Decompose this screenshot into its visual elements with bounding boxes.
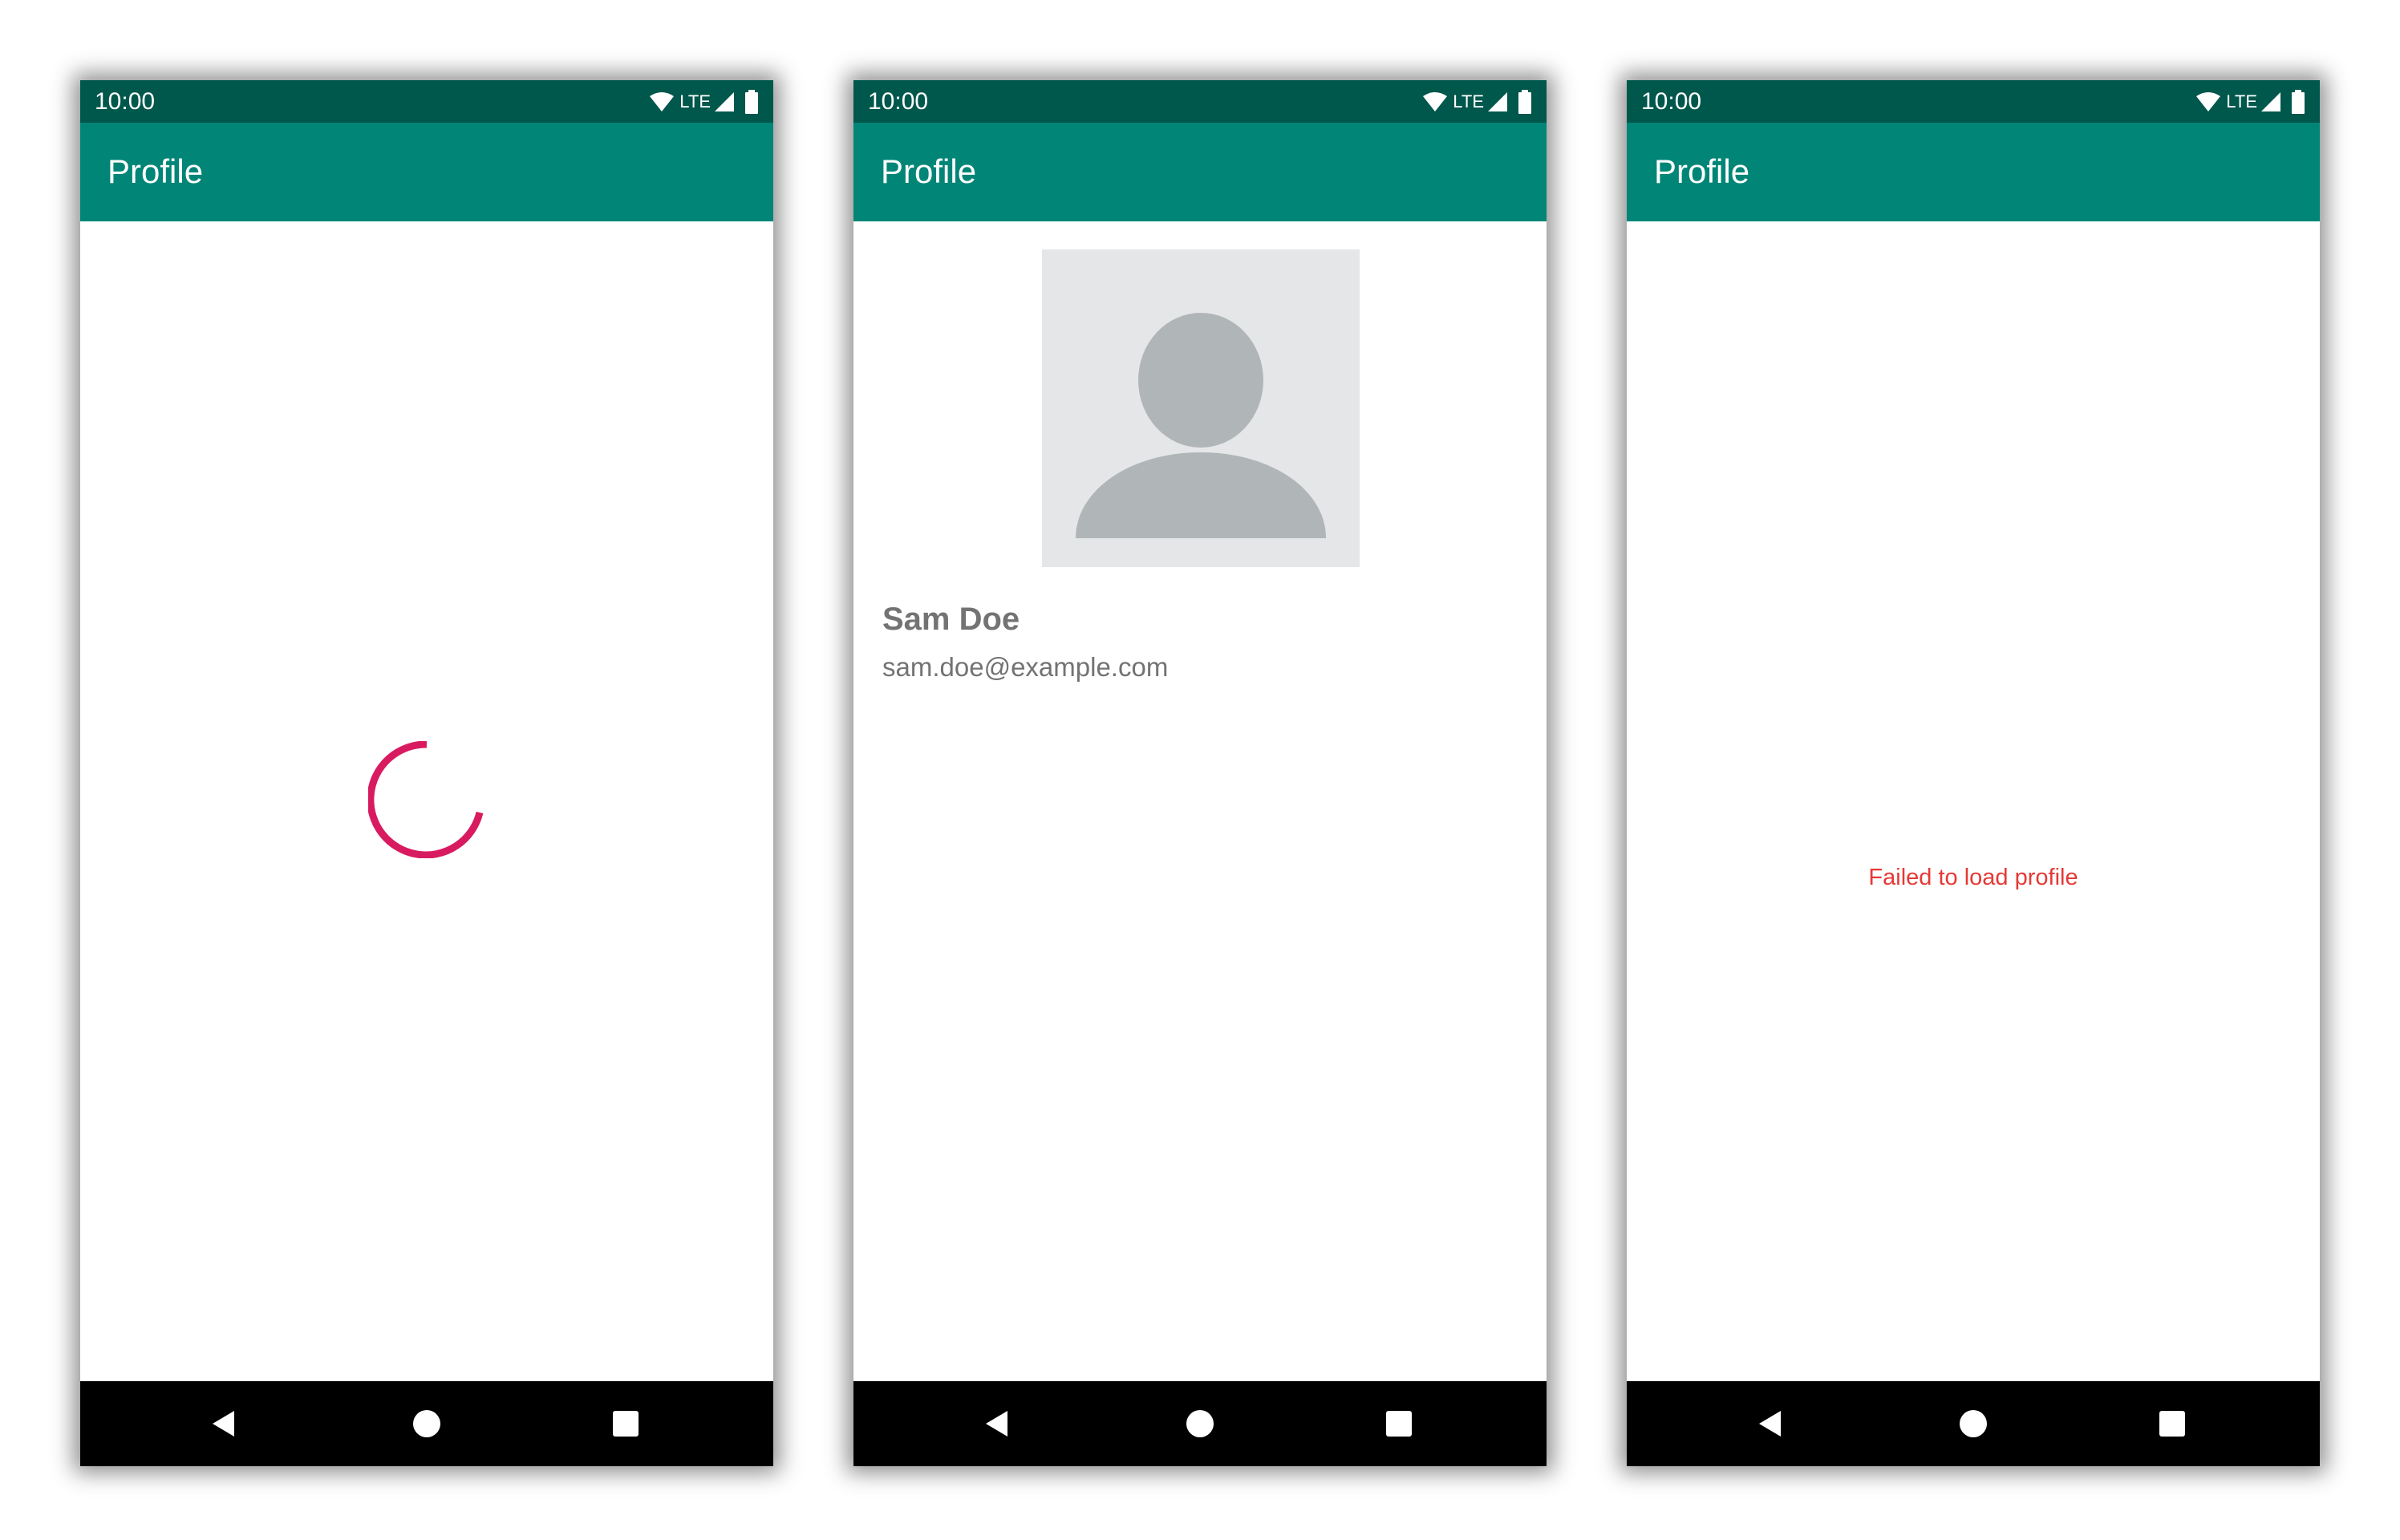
- network-type-label: LTE: [679, 91, 711, 111]
- phone-screen-loading: 10:00 LTE Profile: [80, 80, 773, 1466]
- wifi-icon: [1423, 92, 1448, 111]
- app-bar: Profile: [1627, 123, 2320, 221]
- status-bar: 10:00 LTE: [80, 80, 773, 123]
- status-icons: LTE: [1422, 88, 1534, 116]
- back-icon[interactable]: [1754, 1408, 1786, 1440]
- phone-screen-loaded: 10:00 LTE Profile Sam Doe sam.doe@exampl…: [853, 80, 1547, 1466]
- phone-screen-error: 10:00 LTE Profile Failed to load profile: [1627, 80, 2320, 1466]
- app-bar: Profile: [80, 123, 773, 221]
- wifi-icon: [650, 92, 675, 111]
- recents-icon[interactable]: [610, 1408, 642, 1440]
- app-bar-title: Profile: [107, 152, 204, 190]
- status-time: 10:00: [95, 88, 156, 115]
- content-area: [80, 221, 773, 1381]
- wifi-icon: [2196, 92, 2221, 111]
- status-icons: LTE: [649, 88, 760, 116]
- back-icon[interactable]: [208, 1408, 240, 1440]
- content-area: Failed to load profile: [1627, 221, 2320, 1381]
- back-icon[interactable]: [981, 1408, 1013, 1440]
- signal-icon: [2261, 92, 2280, 111]
- error-message: Failed to load profile: [1868, 865, 2078, 890]
- recents-icon[interactable]: [1383, 1408, 1415, 1440]
- status-time: 10:00: [868, 88, 929, 115]
- app-bar-title: Profile: [881, 152, 977, 190]
- network-type-label: LTE: [2226, 91, 2257, 111]
- profile-name: Sam Doe: [882, 602, 1020, 637]
- home-icon[interactable]: [1184, 1408, 1216, 1440]
- content-area: Sam Doe sam.doe@example.com: [853, 221, 1547, 1381]
- status-icons: LTE: [2195, 88, 2307, 116]
- network-type-label: LTE: [1453, 91, 1484, 111]
- signal-icon: [715, 92, 734, 111]
- navigation-bar: [1627, 1381, 2320, 1466]
- profile-avatar: [1042, 249, 1360, 567]
- app-bar: Profile: [853, 123, 1547, 221]
- screenshot-canvas: 10:00 LTE Profile 10:00 LTE Profile Sam …: [0, 0, 2400, 1540]
- navigation-bar: [80, 1381, 773, 1466]
- battery-icon: [1518, 90, 1531, 114]
- home-icon[interactable]: [411, 1408, 443, 1440]
- profile-email: sam.doe@example.com: [882, 652, 1169, 682]
- recents-icon[interactable]: [2156, 1408, 2188, 1440]
- status-bar: 10:00 LTE: [1627, 80, 2320, 123]
- battery-icon: [2292, 90, 2305, 114]
- progress-spinner-icon: [368, 741, 484, 858]
- app-bar-title: Profile: [1654, 152, 1750, 190]
- signal-icon: [1488, 92, 1507, 111]
- status-time: 10:00: [1641, 88, 1702, 115]
- person-placeholder-icon: [1076, 313, 1326, 538]
- home-icon[interactable]: [1957, 1408, 1989, 1440]
- navigation-bar: [853, 1381, 1547, 1466]
- status-bar: 10:00 LTE: [853, 80, 1547, 123]
- battery-icon: [745, 90, 758, 114]
